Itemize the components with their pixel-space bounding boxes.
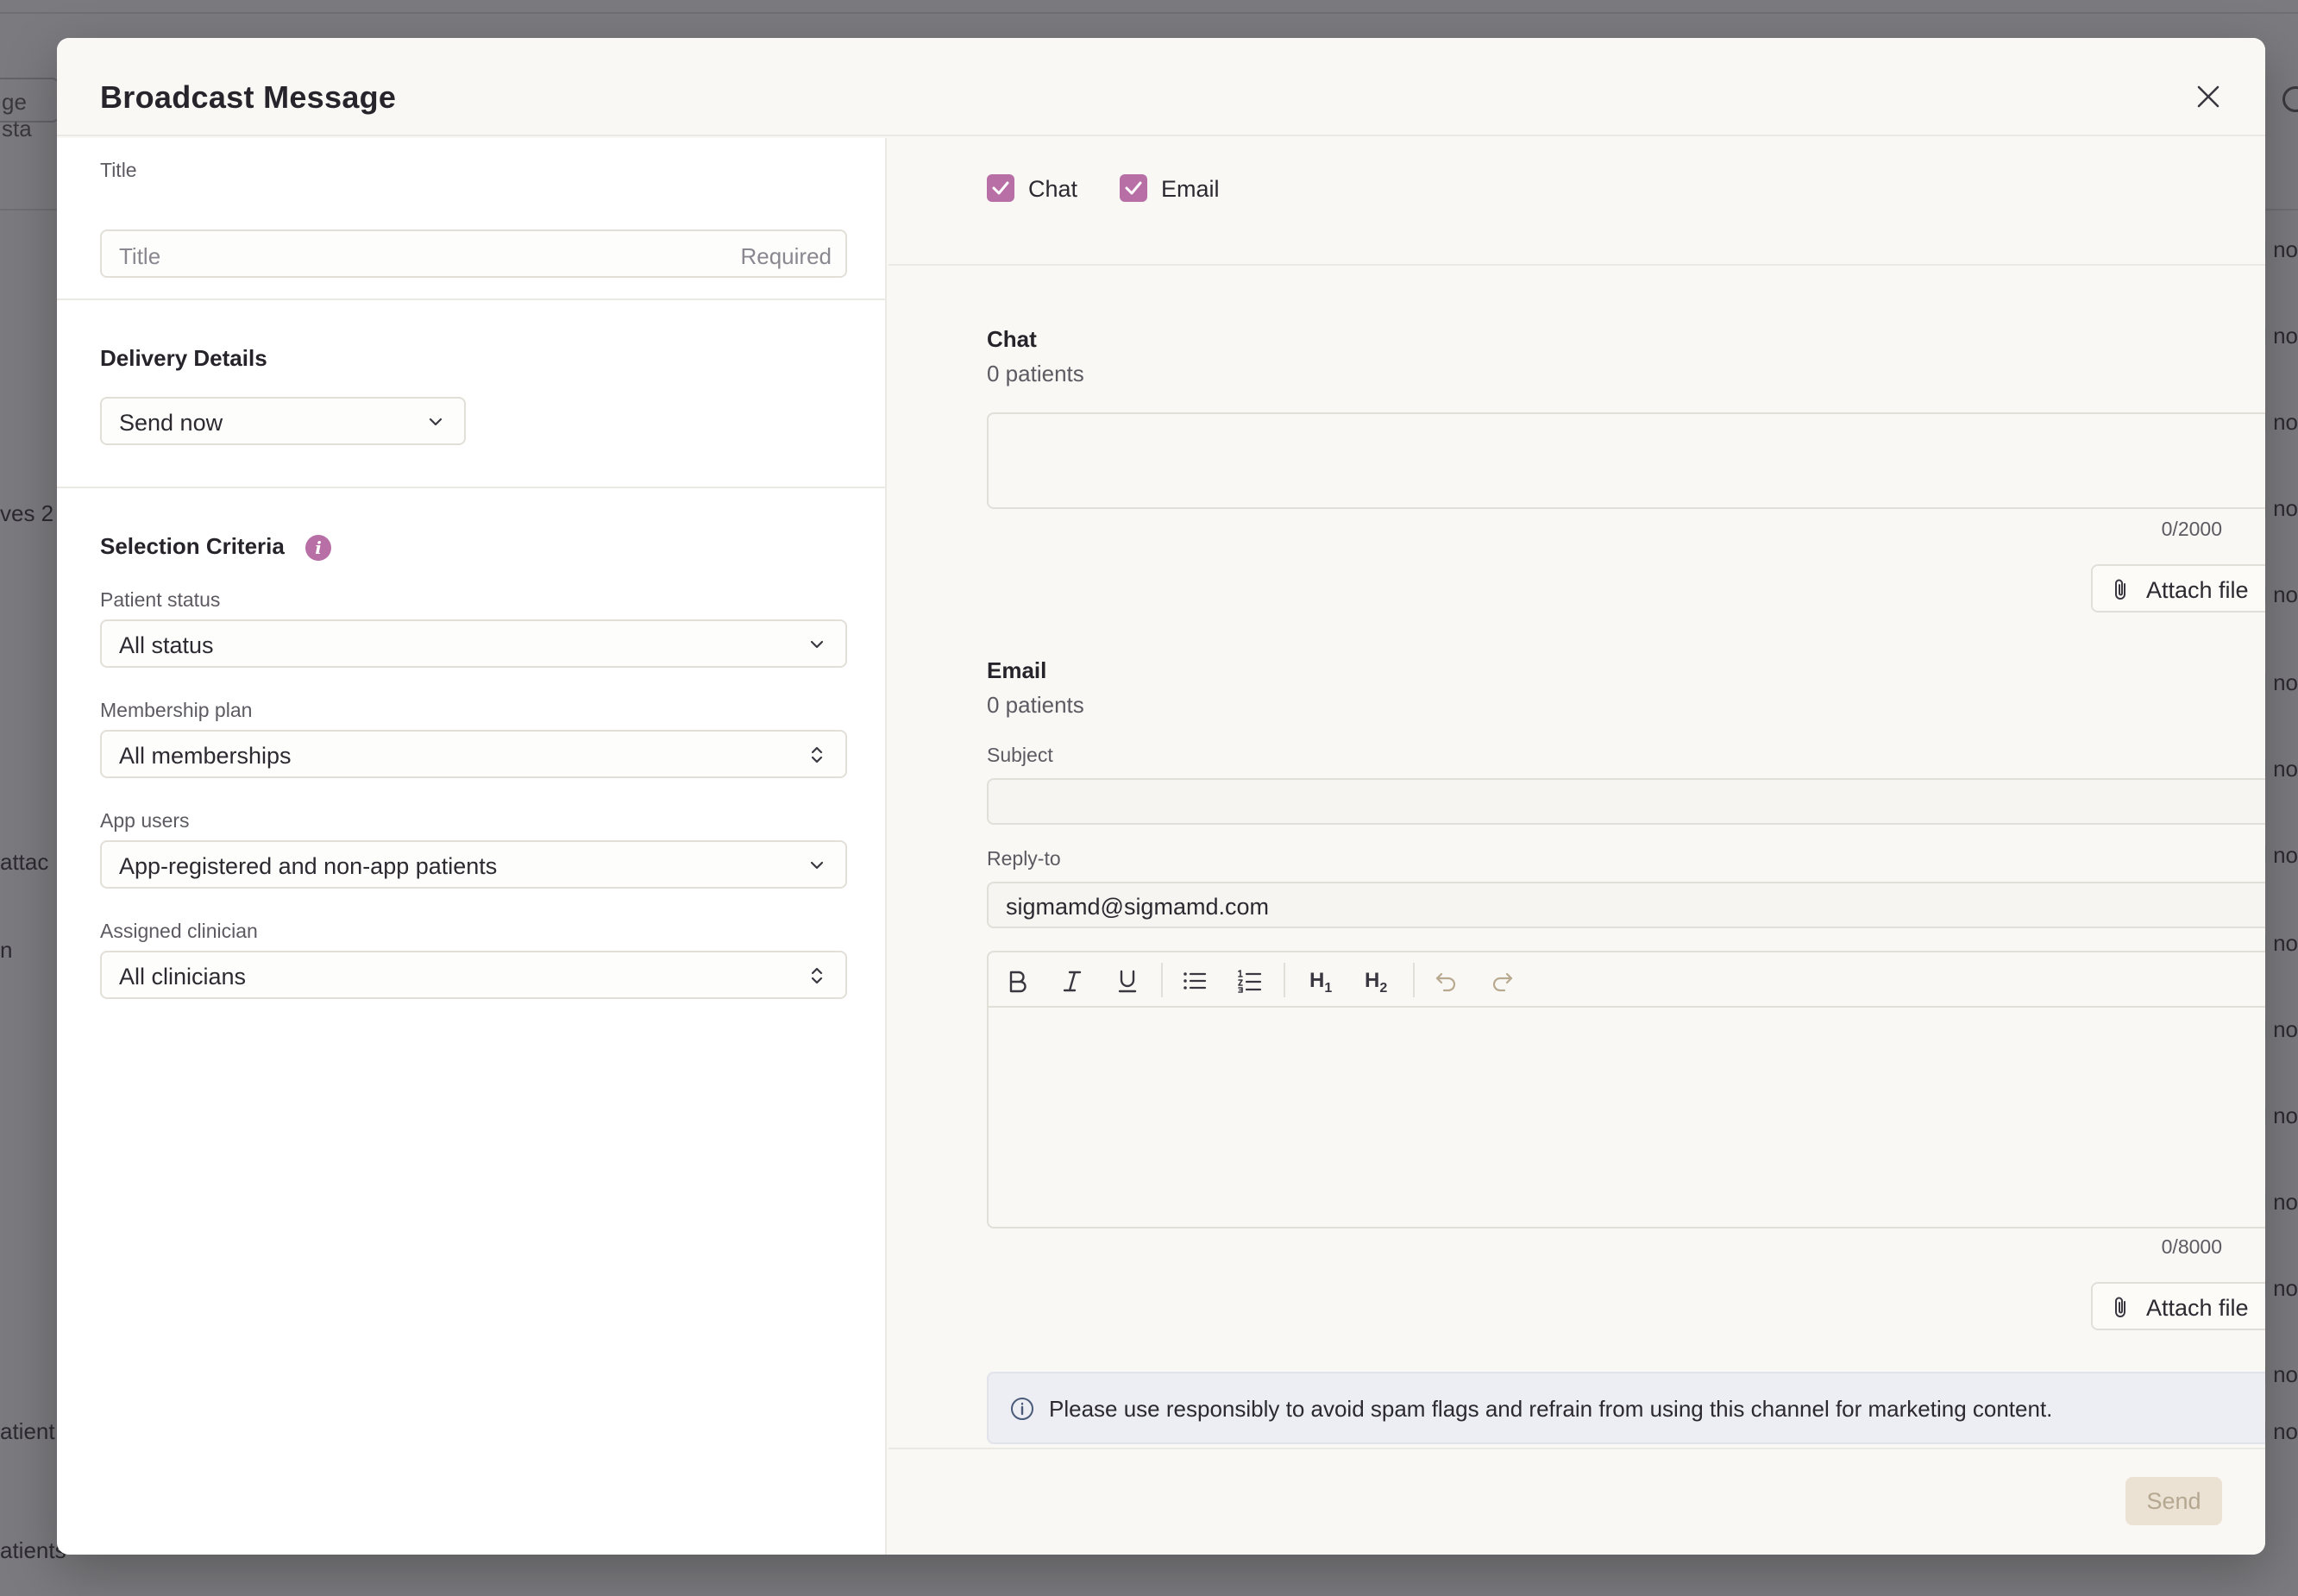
background-divider xyxy=(0,12,2298,14)
heading-2-level: 2 xyxy=(1379,980,1388,996)
channel-selector: Chat Email xyxy=(888,138,2265,266)
left-pane: Title Title Required Delivery Details Se… xyxy=(57,138,887,1555)
reply-to-input[interactable]: sigmamd@sigmamd.com xyxy=(987,882,2265,928)
modal-footer: Send xyxy=(888,1448,2265,1555)
send-button[interactable]: Send xyxy=(2125,1477,2222,1525)
redo-icon xyxy=(1492,972,1513,992)
app-users-label: App users xyxy=(100,809,190,832)
chat-checkbox-label[interactable]: Chat xyxy=(1028,176,1077,203)
heading-1-level: 1 xyxy=(1324,980,1333,996)
heading-2-button[interactable]: H2 xyxy=(1365,969,1387,996)
bold-icon xyxy=(1009,971,1027,993)
title-input[interactable]: Title Required xyxy=(100,229,847,278)
attach-file-label: Attach file xyxy=(2146,577,2249,603)
bullet-list-icon xyxy=(1184,972,1207,990)
email-attach-file-button[interactable]: Attach file xyxy=(2091,1282,2265,1330)
membership-plan-label: Membership plan xyxy=(100,699,253,721)
assigned-clinician-label: Assigned clinician xyxy=(100,920,258,942)
heading-2-letter: H xyxy=(1365,969,1380,992)
chevron-up-down-icon xyxy=(811,746,823,763)
italic-icon xyxy=(1063,971,1082,992)
assigned-clinician-select[interactable]: All clinicians xyxy=(100,951,847,999)
undo-icon xyxy=(1435,972,1456,992)
patient-status-value: All status xyxy=(119,632,214,658)
app-users-value: App-registered and non-app patients xyxy=(119,853,498,879)
editor-toolbar: H1 H2 xyxy=(989,952,2265,1008)
broadcast-message-modal: Broadcast Message Title Title Required D… xyxy=(57,38,2265,1555)
email-section-heading: Email xyxy=(987,657,1047,683)
info-circle-icon xyxy=(1011,1398,1033,1420)
chevron-down-icon xyxy=(810,861,824,870)
assigned-clinician-value: All clinicians xyxy=(119,964,247,990)
background-search-field: ge sta xyxy=(0,78,60,141)
undo-button[interactable] xyxy=(1432,966,1461,996)
background-search-text: ge sta xyxy=(2,89,32,141)
background-cell-text: attac xyxy=(0,849,49,875)
selection-criteria-heading: Selection Criteria xyxy=(100,533,285,559)
chat-attach-file-button[interactable]: Attach file xyxy=(2091,564,2265,613)
email-body-editor[interactable]: H1 H2 xyxy=(987,951,2265,1228)
chat-message-textarea[interactable] xyxy=(987,412,2265,509)
toolbar-divider xyxy=(1284,963,1285,997)
app-users-select[interactable]: App-registered and non-app patients xyxy=(100,840,847,889)
title-placeholder: Title xyxy=(119,243,161,269)
delivery-details-heading: Delivery Details xyxy=(100,345,267,371)
section-divider xyxy=(57,298,885,300)
background-cell-text: atient xyxy=(0,1418,55,1444)
heading-1-letter: H xyxy=(1309,969,1325,992)
chevron-down-icon xyxy=(810,640,824,649)
underline-icon xyxy=(1118,970,1137,993)
spam-warning-text: Please use responsibly to avoid spam fla… xyxy=(1049,1396,2053,1422)
checkmark-icon xyxy=(1125,181,1142,195)
redo-button[interactable] xyxy=(1487,966,1516,996)
bullet-list-button[interactable] xyxy=(1180,966,1209,996)
background-search-icon xyxy=(2282,86,2298,112)
email-checkbox[interactable] xyxy=(1120,174,1147,202)
section-divider xyxy=(57,487,885,488)
email-patient-count: 0 patients xyxy=(987,692,1084,718)
info-icon[interactable]: i xyxy=(305,535,331,561)
email-checkbox-label[interactable]: Email xyxy=(1161,176,1220,203)
chat-checkbox[interactable] xyxy=(987,174,1014,202)
title-label: Title xyxy=(100,159,137,181)
paperclip-icon xyxy=(2115,579,2125,600)
chevron-up-down-icon xyxy=(811,967,823,984)
italic-button[interactable] xyxy=(1058,966,1087,996)
underline-button[interactable] xyxy=(1113,966,1142,996)
chat-char-counter: 0/2000 xyxy=(2161,518,2222,540)
checkmark-icon xyxy=(992,181,1009,195)
chevron-down-icon xyxy=(429,418,443,426)
membership-plan-value: All memberships xyxy=(119,743,292,769)
email-char-counter: 0/8000 xyxy=(2161,1235,2222,1258)
chat-section-heading: Chat xyxy=(987,326,1037,352)
toolbar-divider xyxy=(1413,963,1415,997)
subject-input[interactable] xyxy=(987,778,2265,825)
modal-title: Broadcast Message xyxy=(100,79,397,115)
background-cell-text: n xyxy=(0,937,13,963)
patient-status-select[interactable]: All status xyxy=(100,619,847,668)
spam-warning-notice: Please use responsibly to avoid spam fla… xyxy=(987,1372,2265,1444)
reply-to-value: sigmamd@sigmamd.com xyxy=(1006,894,1269,920)
delivery-select[interactable]: Send now xyxy=(100,397,466,445)
close-button[interactable] xyxy=(2194,83,2222,110)
chat-patient-count: 0 patients xyxy=(987,361,1084,386)
subject-label: Subject xyxy=(987,744,1053,766)
bold-button[interactable] xyxy=(1002,966,1032,996)
attach-file-label: Attach file xyxy=(2146,1295,2249,1321)
title-required-hint: Required xyxy=(740,243,832,269)
membership-plan-select[interactable]: All memberships xyxy=(100,730,847,778)
toolbar-divider xyxy=(1161,963,1163,997)
ordered-list-icon xyxy=(1238,970,1262,993)
modal-header: Broadcast Message xyxy=(57,38,2265,136)
background-cell-text: ves 2 xyxy=(0,500,54,526)
heading-1-button[interactable]: H1 xyxy=(1309,969,1332,996)
reply-to-label: Reply-to xyxy=(987,847,1061,870)
delivery-select-value: Send now xyxy=(119,410,223,436)
right-pane: Chat Email Chat 0 patients 0/2000 Attach… xyxy=(888,138,2265,1555)
paperclip-icon xyxy=(2115,1297,2125,1317)
close-icon xyxy=(2197,85,2220,108)
ordered-list-button[interactable] xyxy=(1235,966,1265,996)
patient-status-label: Patient status xyxy=(100,588,221,611)
